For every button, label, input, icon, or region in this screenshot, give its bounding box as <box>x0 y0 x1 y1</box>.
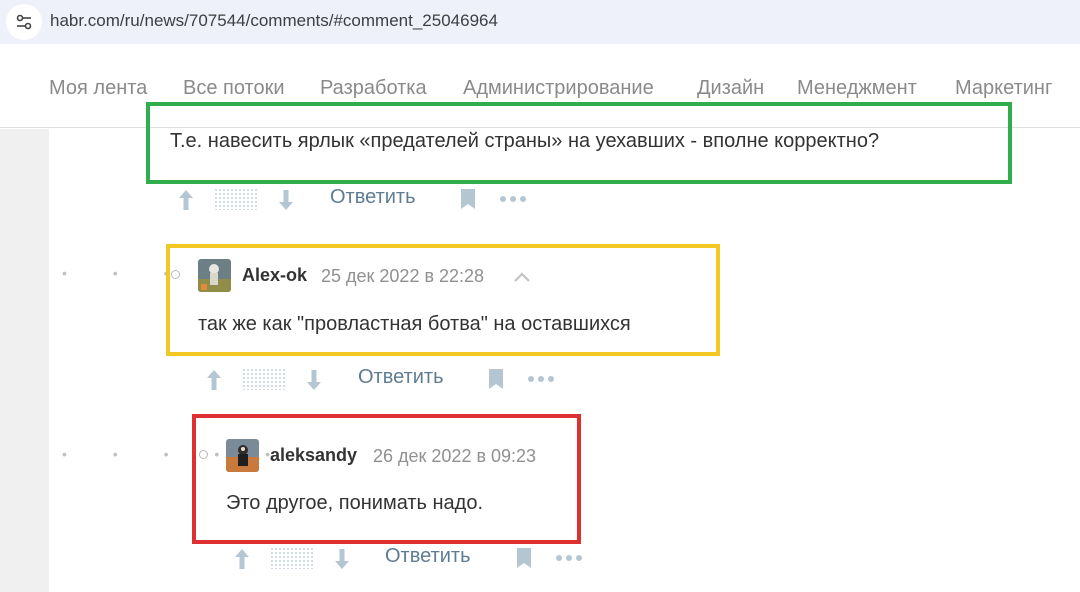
reply-button[interactable]: Ответить <box>358 366 444 389</box>
more-button[interactable] <box>555 549 583 567</box>
bookmark-button[interactable] <box>514 546 534 570</box>
url-text[interactable]: habr.com/ru/news/707544/comments/#commen… <box>50 11 498 31</box>
more-icon <box>528 376 554 382</box>
highlight-box-yellow <box>166 244 720 356</box>
vote-up-button[interactable] <box>232 546 252 572</box>
nav-item-design[interactable]: Дизайн <box>697 77 764 100</box>
vote-down-button[interactable] <box>276 187 296 213</box>
rating-score <box>214 188 258 210</box>
arrow-down-icon <box>335 549 349 569</box>
nav-item-administration[interactable]: Администрирование <box>463 77 654 100</box>
bookmark-icon <box>461 189 475 209</box>
bookmark-button[interactable] <box>486 367 506 391</box>
arrow-up-icon <box>207 370 221 390</box>
vote-down-button[interactable] <box>332 546 352 572</box>
comment-time[interactable]: 26 дек 2022 в 09:23 <box>373 446 536 467</box>
reply-button[interactable]: Ответить <box>385 545 471 568</box>
vote-up-button[interactable] <box>176 187 196 213</box>
address-bar[interactable]: habr.com/ru/news/707544/comments/#commen… <box>0 0 1080 44</box>
comment-body: Это другое, понимать надо. <box>226 492 484 514</box>
rating-score <box>242 368 286 390</box>
chevron-up-icon[interactable] <box>512 270 532 284</box>
highlight-box-red <box>192 414 581 544</box>
nav-item-marketing[interactable]: Маркетинг <box>955 77 1052 100</box>
avatar[interactable] <box>198 259 231 292</box>
nav-item-management[interactable]: Менеджмент <box>797 77 917 100</box>
arrow-down-icon <box>307 370 321 390</box>
comment-body: Т.е. навесить ярлык «предателей страны» … <box>170 130 880 152</box>
arrow-up-icon <box>235 549 249 569</box>
avatar[interactable] <box>226 439 259 472</box>
reply-button[interactable]: Ответить <box>330 186 416 209</box>
left-gutter <box>0 129 49 592</box>
more-button[interactable] <box>527 370 555 388</box>
more-icon <box>500 196 526 202</box>
bookmark-icon <box>489 369 503 389</box>
nav-item-development[interactable]: Разработка <box>320 77 427 100</box>
more-button[interactable] <box>499 190 527 208</box>
nav-item-all-flows[interactable]: Все потоки <box>183 77 285 100</box>
tune-icon[interactable] <box>6 4 42 40</box>
vote-down-button[interactable] <box>304 367 324 393</box>
vote-up-button[interactable] <box>204 367 224 393</box>
comment-author[interactable]: Alex-ok <box>242 265 307 286</box>
comment-body: так же как "провластная ботва" на оставш… <box>198 313 631 335</box>
arrow-up-icon <box>179 190 193 210</box>
more-icon <box>556 555 582 561</box>
arrow-down-icon <box>279 190 293 210</box>
comment-author[interactable]: aleksandy <box>270 445 357 466</box>
bookmark-icon <box>517 548 531 568</box>
comment-time[interactable]: 25 дек 2022 в 22:28 <box>321 266 484 287</box>
nav-item-my-feed[interactable]: Моя лента <box>49 77 147 100</box>
rating-score <box>270 547 314 569</box>
bookmark-button[interactable] <box>458 187 478 211</box>
